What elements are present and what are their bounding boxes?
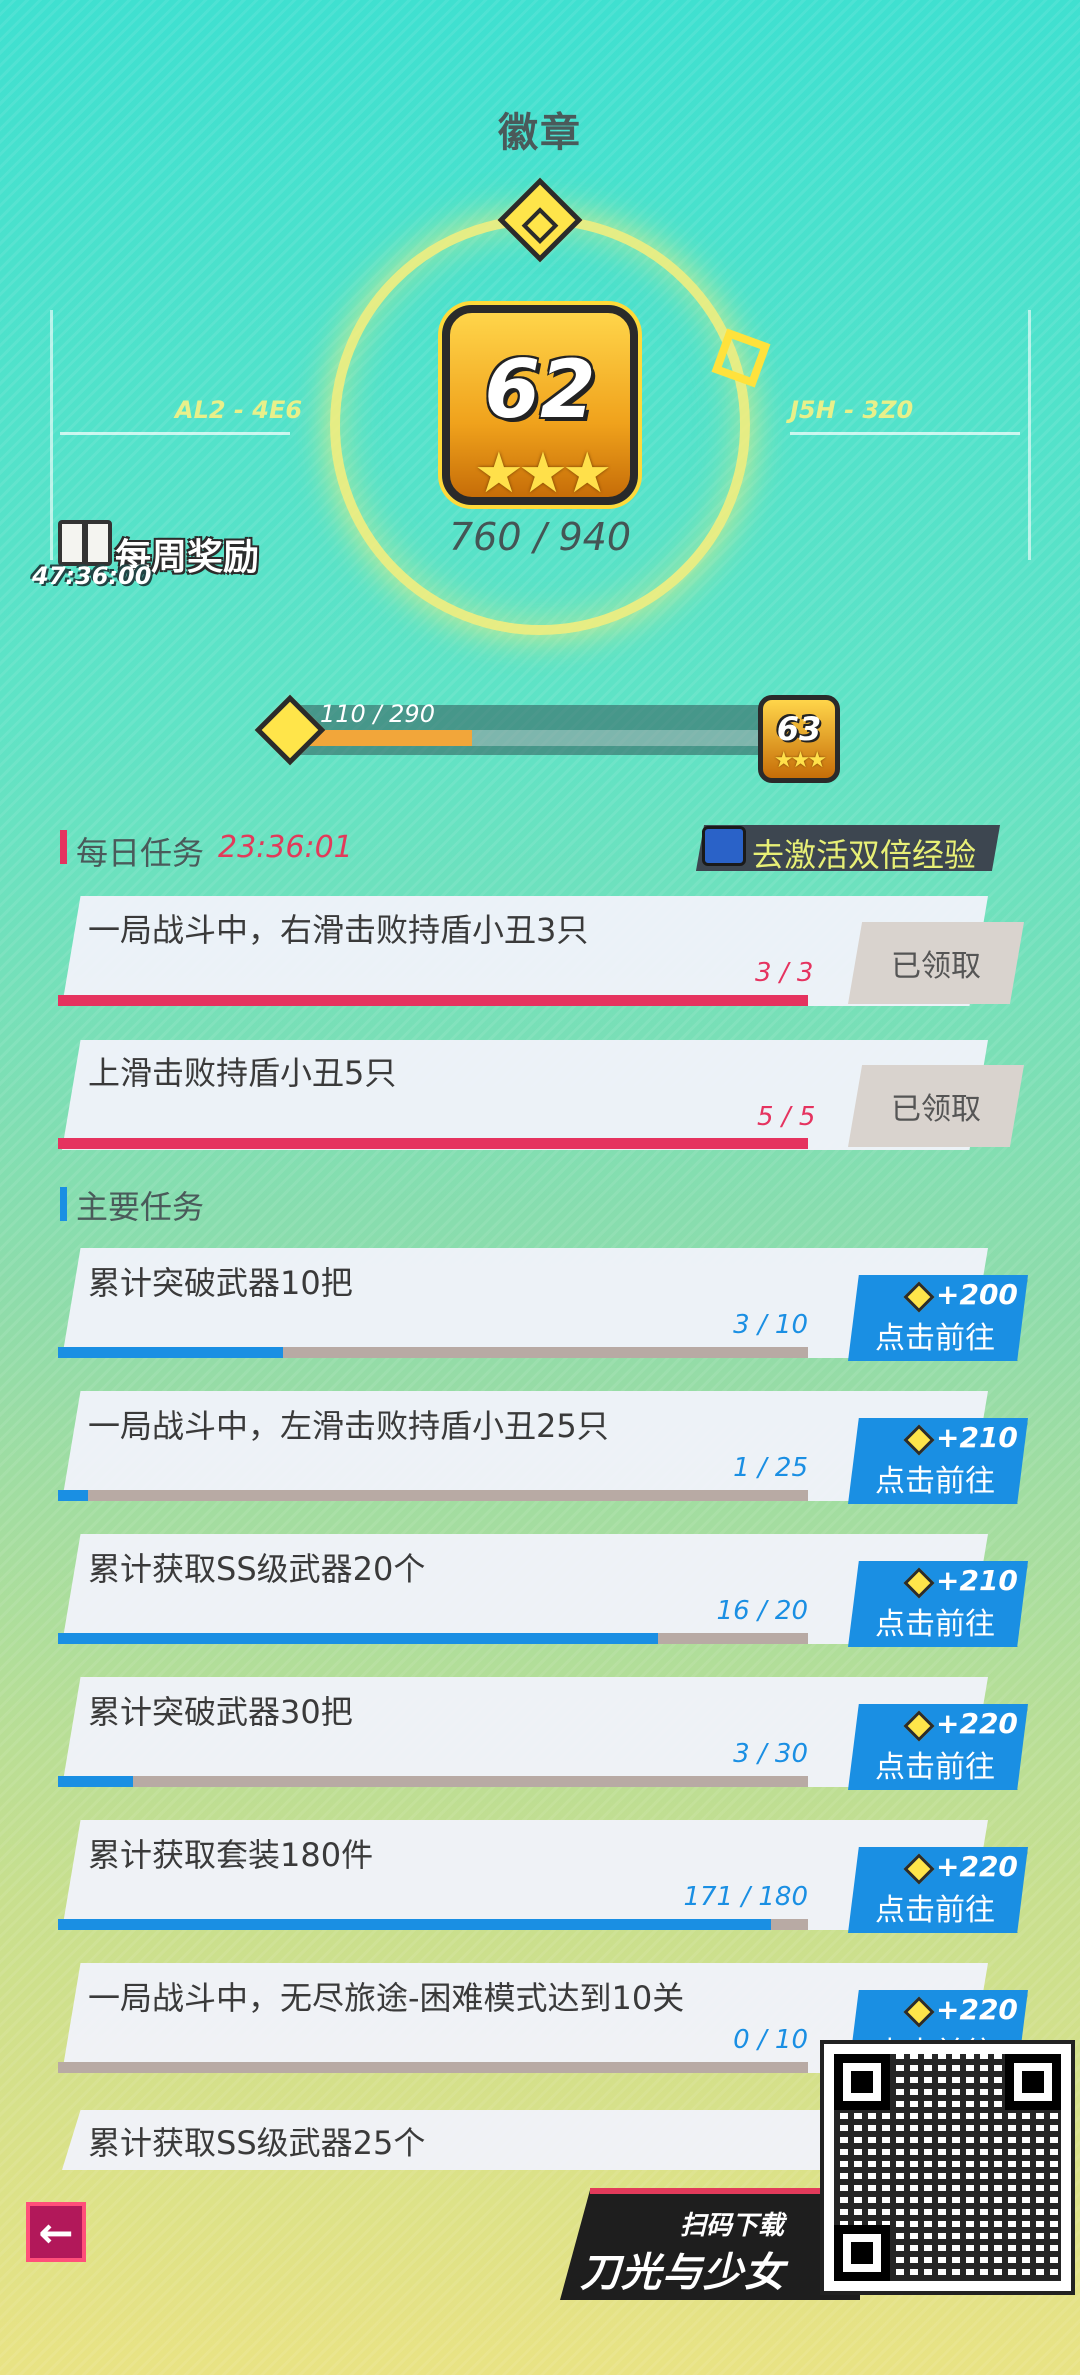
- qr-code: [820, 2040, 1075, 2295]
- main-task-bar-track: [58, 2062, 808, 2073]
- main-tasks-title: 主要任务: [76, 1188, 205, 1226]
- daily-tasks-timer: 23:36:01: [218, 830, 353, 865]
- right-code-label: J5H - 3Z0: [790, 396, 914, 424]
- promo-accent: [590, 2188, 830, 2194]
- main-task-title: 累计获取SS级武器20个: [88, 1550, 426, 1588]
- main-task-progress: 3 / 30: [733, 1739, 808, 1769]
- daily-task-bar-fill: [58, 1138, 808, 1149]
- go-button-label[interactable]: 点击前往: [875, 1456, 995, 1500]
- main-task-bar-track: [58, 1490, 808, 1501]
- arrow-left-icon: ←: [38, 2207, 74, 2257]
- go-button-reward: +210: [936, 1421, 1018, 1454]
- main-task-title: 累计获取套装180件: [88, 1836, 374, 1874]
- next-level-badge[interactable]: 63 ★★★: [758, 695, 840, 783]
- daily-task-bar-fill: [58, 995, 808, 1006]
- main-task-title: 累计获取SS级武器25个: [88, 2124, 426, 2162]
- main-task-progress: 1 / 25: [733, 1453, 808, 1483]
- daily-task-progress: 3 / 3: [755, 958, 814, 988]
- main-task-title: 一局战斗中，左滑击败持盾小丑25只: [88, 1407, 609, 1445]
- double-exp-label[interactable]: 去激活双倍经验: [752, 830, 976, 876]
- page-title: 徽章: [498, 110, 582, 156]
- deco-line-right: [790, 432, 1020, 435]
- daily-task-title: 上滑击败持盾小丑5只: [88, 1054, 397, 1092]
- main-task-bar-fill: [58, 1347, 283, 1358]
- gift-icon[interactable]: [58, 520, 112, 566]
- go-button-label[interactable]: 点击前往: [875, 1313, 995, 1357]
- main-task-bar-fill: [58, 1633, 658, 1644]
- weekly-reward-timer: 47:36:00: [32, 562, 152, 590]
- badge-stars: ★★★: [473, 441, 613, 506]
- go-button-reward: +200: [936, 1278, 1018, 1311]
- level-badge[interactable]: 62 ★★★: [442, 305, 638, 506]
- main-task-bar-fill: [58, 1776, 133, 1787]
- deco-line-left: [60, 432, 290, 435]
- main-task-progress: 16 / 20: [716, 1596, 808, 1626]
- daily-task-progress: 5 / 5: [757, 1102, 816, 1132]
- claimed-button[interactable]: 已领取: [848, 922, 1024, 1004]
- go-button-label[interactable]: 点击前往: [875, 1742, 995, 1786]
- main-task-progress: 171 / 180: [683, 1882, 808, 1912]
- go-button-label[interactable]: 点击前往: [875, 1885, 995, 1929]
- main-task-progress: 3 / 10: [733, 1310, 808, 1340]
- go-button-label[interactable]: 点击前往: [875, 1599, 995, 1643]
- promo-game-title: 刀光与少女: [580, 2250, 785, 2296]
- main-task-title: 累计突破武器10把: [88, 1264, 353, 1302]
- level-progress-text: 110 / 290: [320, 700, 435, 728]
- claimed-button[interactable]: 已领取: [848, 1065, 1024, 1147]
- main-task-progress: 0 / 10: [733, 2025, 808, 2055]
- go-button-reward: +210: [936, 1564, 1018, 1597]
- main-section-marker: [60, 1187, 67, 1221]
- badge-level: 62: [484, 343, 596, 436]
- main-task-title: 累计突破武器30把: [88, 1693, 353, 1731]
- go-button-reward: +220: [936, 1850, 1018, 1883]
- main-task-bar-fill: [58, 1919, 771, 1930]
- daily-tasks-title: 每日任务: [76, 834, 205, 872]
- double-exp-icon: [702, 826, 746, 866]
- go-button-reward: +220: [936, 1707, 1018, 1740]
- left-code-label: AL2 - 4E6: [175, 396, 303, 424]
- next-level-stars: ★★★: [773, 748, 827, 773]
- daily-task-title: 一局战斗中，右滑击败持盾小丑3只: [88, 911, 589, 949]
- daily-section-marker: [60, 830, 67, 864]
- promo-scan-label: 扫码下载: [680, 2211, 785, 2241]
- go-button-reward: +220: [936, 1993, 1018, 2026]
- main-task-bar-fill: [58, 1490, 88, 1501]
- main-task-title: 一局战斗中，无尽旅途-困难模式达到10关: [88, 1979, 685, 2017]
- next-level-number: 63: [776, 710, 822, 748]
- back-button[interactable]: ←: [26, 2202, 86, 2262]
- main-task-bar-track: [58, 1776, 808, 1787]
